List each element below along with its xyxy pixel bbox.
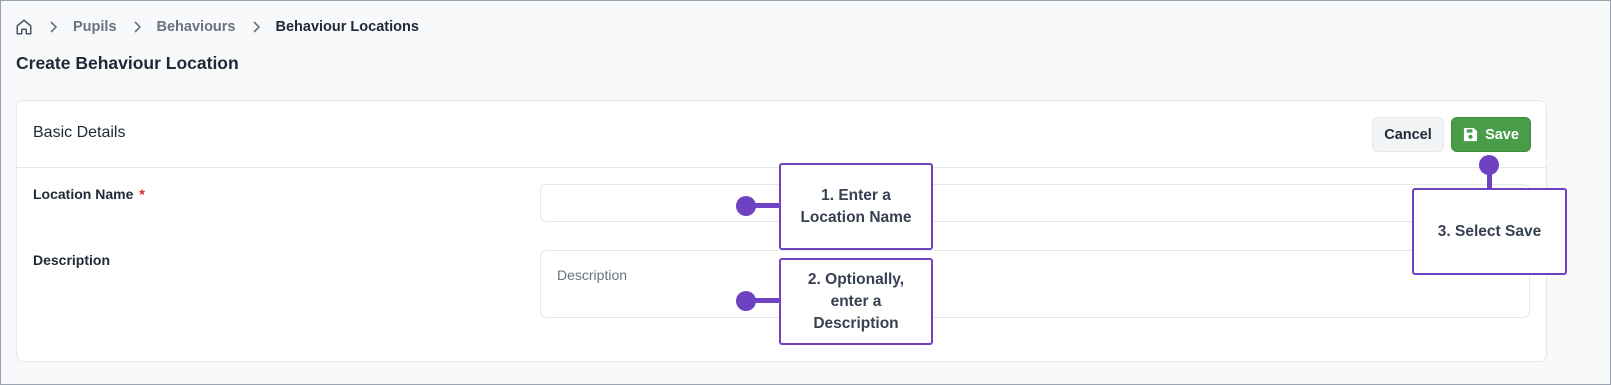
location-name-label: Location Name * xyxy=(33,186,145,202)
required-asterisk: * xyxy=(139,186,145,202)
cancel-button[interactable]: Cancel xyxy=(1372,117,1444,152)
page-title: Create Behaviour Location xyxy=(16,53,239,73)
location-name-input[interactable] xyxy=(540,184,1530,222)
home-icon[interactable] xyxy=(15,18,33,36)
callout-step-1: 1. Enter a Location Name xyxy=(779,163,933,250)
breadcrumb: Pupils Behaviours Behaviour Locations xyxy=(15,16,419,38)
description-label: Description xyxy=(33,252,111,268)
description-textarea[interactable] xyxy=(540,250,1530,318)
floppy-disk-icon xyxy=(1463,127,1478,142)
breadcrumb-item-behaviours[interactable]: Behaviours xyxy=(157,19,236,35)
chevron-right-icon xyxy=(236,21,276,33)
breadcrumb-item-behaviour-locations: Behaviour Locations xyxy=(275,19,419,35)
breadcrumb-item-pupils[interactable]: Pupils xyxy=(73,19,117,35)
chevron-right-icon xyxy=(33,21,73,33)
save-button[interactable]: Save xyxy=(1451,117,1531,152)
callout-step-3: 3. Select Save xyxy=(1412,188,1567,275)
callout-1-connector xyxy=(746,203,780,208)
location-name-label-text: Location Name xyxy=(33,186,134,202)
card-title: Basic Details xyxy=(33,124,126,141)
callout-2-connector xyxy=(746,298,780,303)
chevron-right-icon xyxy=(117,21,157,33)
callout-3-connector xyxy=(1487,165,1492,189)
callout-step-2: 2. Optionally, enter a Description xyxy=(779,258,933,345)
card-header: Basic Details Cancel Save xyxy=(17,101,1546,168)
save-button-label: Save xyxy=(1485,126,1519,143)
